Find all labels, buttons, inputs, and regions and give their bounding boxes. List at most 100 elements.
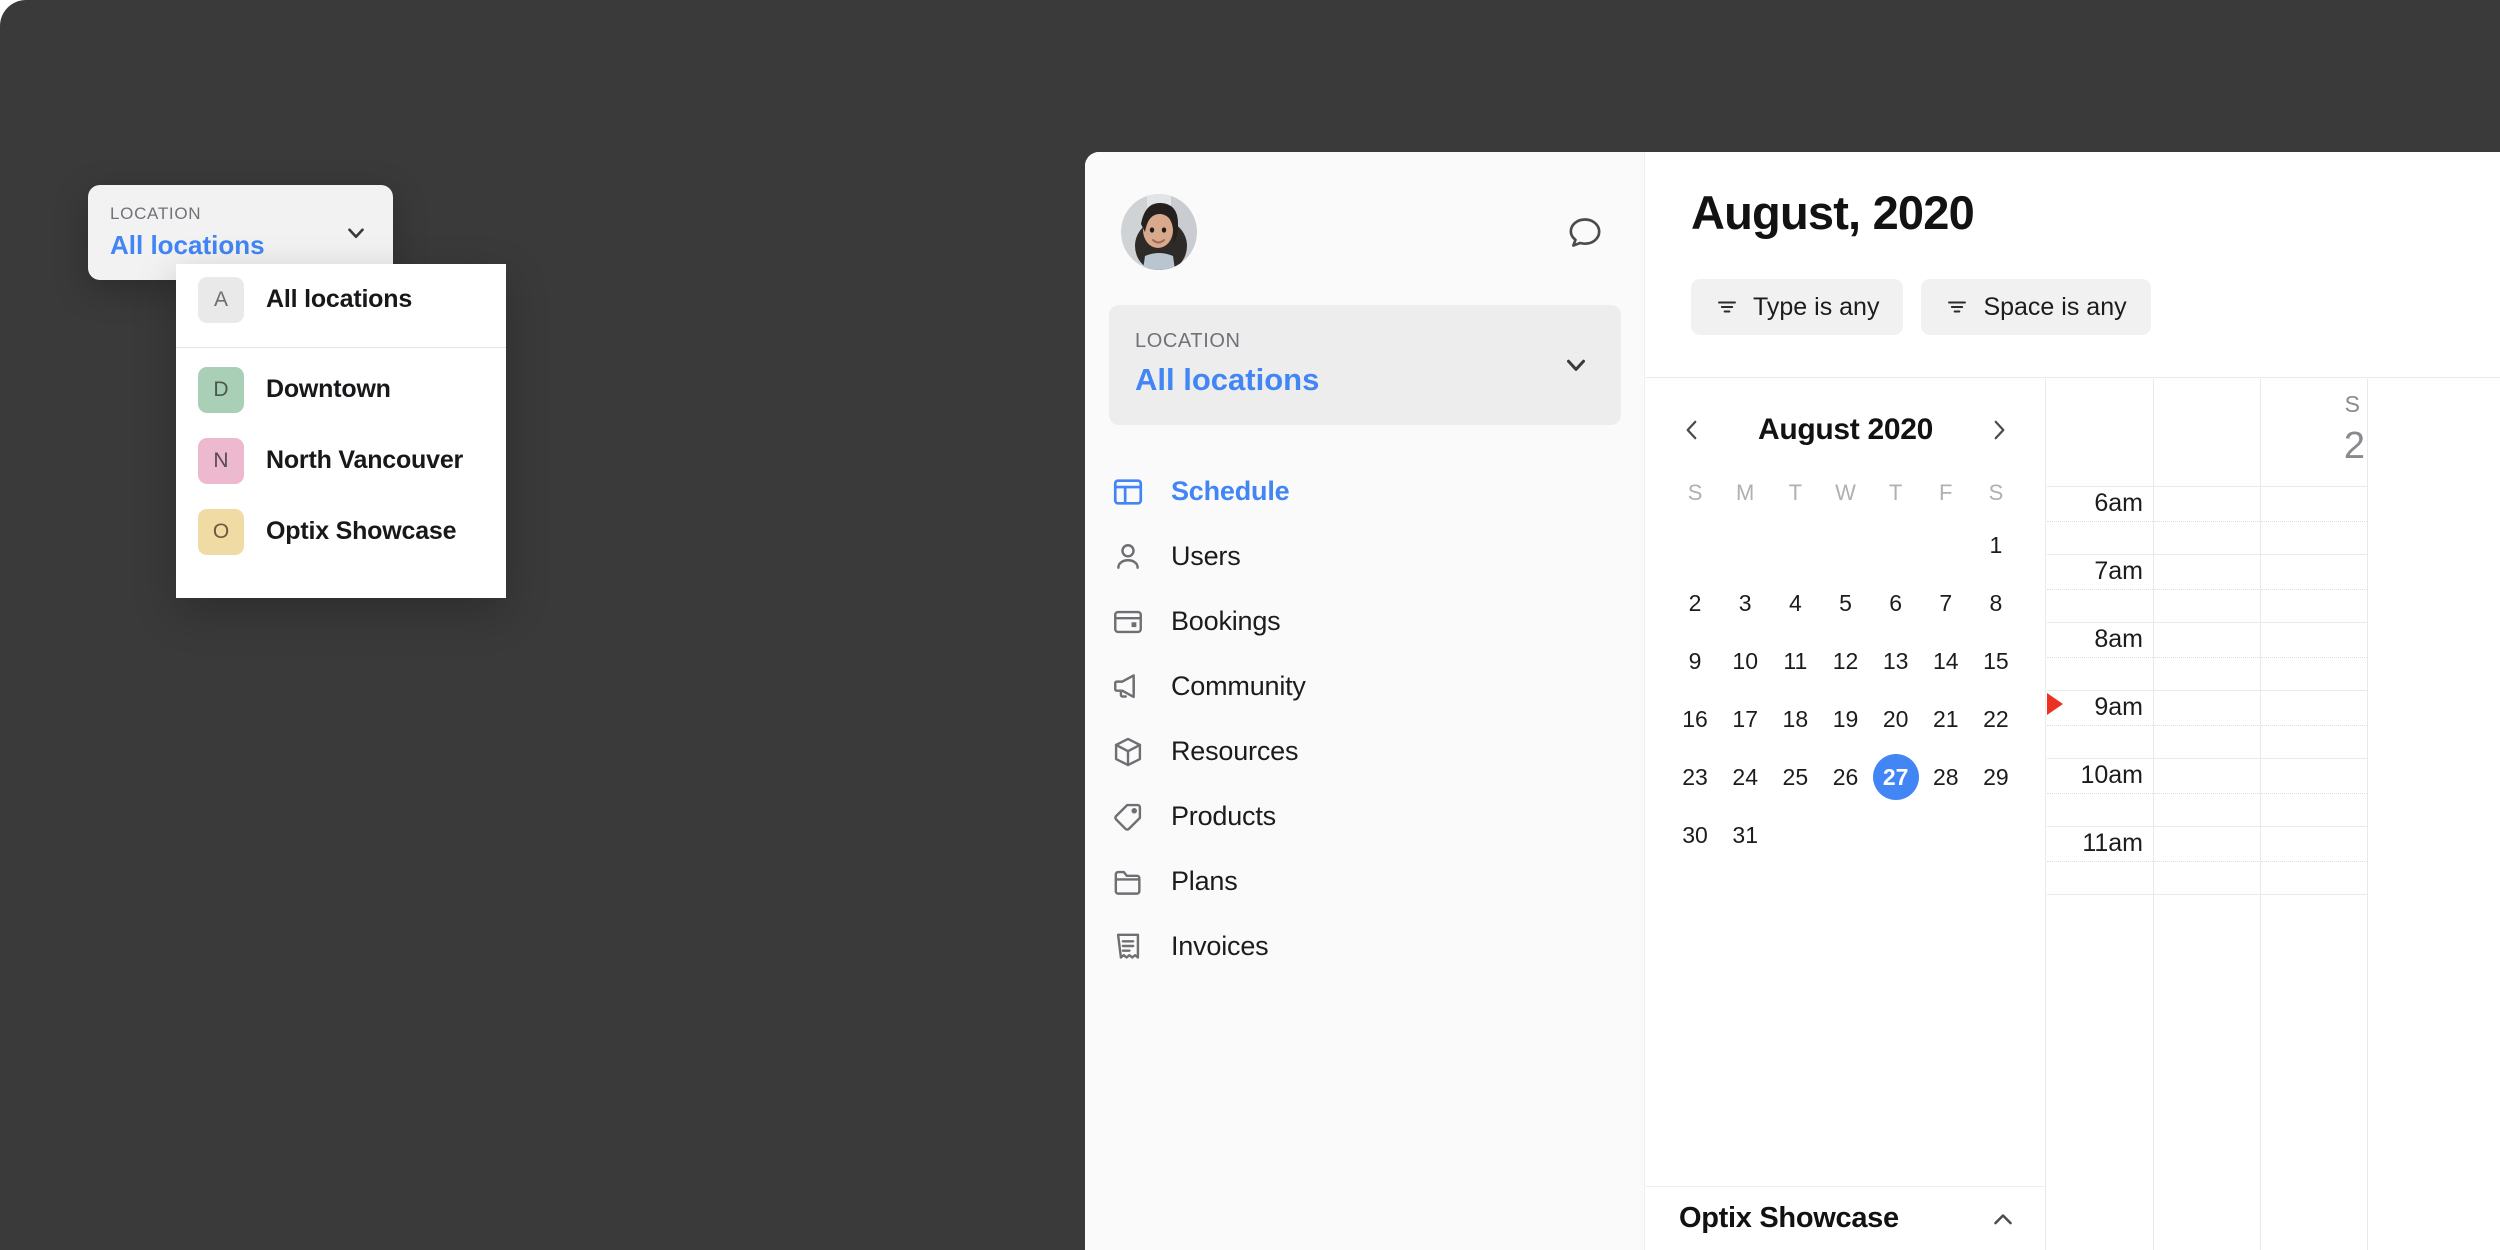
hour-row: 6am — [2047, 487, 2153, 555]
half-hour-divider — [2154, 725, 2260, 726]
megaphone-icon — [1111, 670, 1171, 704]
sidebar-item-plans[interactable]: Plans — [1085, 854, 1644, 909]
calendar-day[interactable]: 5 — [1822, 580, 1868, 626]
calendar-nav: August 2020 — [1646, 379, 2045, 449]
location-badge: D — [198, 366, 244, 413]
calendar-day[interactable]: 28 — [1923, 754, 1969, 800]
calendar-day[interactable]: 20 — [1873, 696, 1919, 742]
calendar-day[interactable]: 4 — [1772, 580, 1818, 626]
calendar-day[interactable]: 1 — [1973, 522, 2019, 568]
sidebar-item-label: Products — [1171, 801, 1276, 831]
location-dropdown-item[interactable]: N North Vancouver — [176, 425, 506, 496]
calendar-day[interactable]: 17 — [1722, 696, 1768, 742]
half-hour-divider — [2261, 521, 2367, 522]
calendar-day[interactable]: 23 — [1672, 754, 1718, 800]
calendar-day[interactable]: 3 — [1722, 580, 1768, 626]
chat-icon[interactable] — [1563, 211, 1607, 255]
calendar-day[interactable]: 8 — [1973, 580, 2019, 626]
sidebar-item-invoices[interactable]: Invoices — [1085, 919, 1644, 974]
calendar-day[interactable]: 22 — [1973, 696, 2019, 742]
calendar-day-blank — [1822, 522, 1868, 568]
sidebar: LOCATION All locations Schedule Users Bo… — [1085, 152, 1645, 1250]
hour-cell[interactable] — [2154, 759, 2260, 827]
calendar-day[interactable]: 21 — [1923, 696, 1969, 742]
user-icon — [1111, 540, 1171, 574]
sidebar-item-products[interactable]: Products — [1085, 789, 1644, 844]
hour-cell[interactable] — [2154, 691, 2260, 759]
chevron-up-icon[interactable] — [1989, 1205, 2017, 1233]
sidebar-item-label: Resources — [1171, 736, 1299, 766]
location-dropdown-menu: A All locations D Downtown N North Vancouver O… — [176, 264, 506, 598]
chevron-left-icon[interactable] — [1673, 411, 1711, 449]
calendar-day-blank — [1772, 522, 1818, 568]
avatar[interactable] — [1121, 194, 1197, 270]
hour-cell[interactable] — [2261, 759, 2367, 827]
dropdown-divider — [176, 347, 506, 348]
folder-icon — [1111, 865, 1171, 899]
sidebar-item-users[interactable]: Users — [1085, 529, 1644, 584]
location-dropdown-item[interactable]: D Downtown — [176, 354, 506, 425]
calendar-day[interactable]: 12 — [1822, 638, 1868, 684]
location-badge: O — [198, 508, 244, 555]
calendar-day[interactable]: 10 — [1722, 638, 1768, 684]
calendar-dow-header: F — [1939, 480, 1953, 505]
hour-cell[interactable] — [2261, 827, 2367, 895]
filter-chip-space[interactable]: Space is any — [1921, 279, 2151, 335]
chevron-right-icon[interactable] — [1980, 411, 2018, 449]
sidebar-item-resources[interactable]: Resources — [1085, 724, 1644, 779]
location-dropdown-item[interactable]: A All locations — [176, 264, 506, 335]
hour-cell[interactable] — [2261, 691, 2367, 759]
sidebar-item-bookings[interactable]: Bookings — [1085, 594, 1644, 649]
half-hour-divider — [2047, 589, 2153, 590]
filter-bar: Type is any Space is any — [1691, 279, 2151, 335]
filter-chip-label: Type is any — [1753, 292, 1880, 321]
sidebar-location-selector[interactable]: LOCATION All locations — [1109, 305, 1621, 425]
location-dropdown-item[interactable]: O Optix Showcase — [176, 496, 506, 567]
half-hour-divider — [2154, 521, 2260, 522]
calendar-day[interactable]: 9 — [1672, 638, 1718, 684]
calendar-day[interactable]: 6 — [1873, 580, 1919, 626]
filter-chip-label: Space is any — [1983, 292, 2127, 321]
time-gutter-header — [2047, 379, 2153, 487]
hour-label: 9am — [2094, 693, 2143, 721]
calendar-dow-header: S — [1687, 480, 1703, 505]
chevron-down-icon[interactable] — [1561, 350, 1591, 380]
calendar-day[interactable]: 24 — [1722, 754, 1768, 800]
calendar-day[interactable]: 29 — [1973, 754, 2019, 800]
half-hour-divider — [2261, 861, 2367, 862]
half-hour-divider — [2154, 861, 2260, 862]
half-hour-divider — [2261, 657, 2367, 658]
calendar-day[interactable]: 13 — [1873, 638, 1919, 684]
hour-cell[interactable] — [2261, 487, 2367, 555]
day-column[interactable]: S 2 — [2261, 379, 2368, 1250]
calendar-day[interactable]: 26 — [1822, 754, 1868, 800]
calendar-day[interactable]: 16 — [1672, 696, 1718, 742]
hour-cell[interactable] — [2261, 555, 2367, 623]
location-label: LOCATION — [1135, 330, 1241, 352]
calendar-day[interactable]: 15 — [1973, 638, 2019, 684]
calendar-day-selected[interactable]: 27 — [1872, 754, 1919, 800]
location-dropdown-item-label: Downtown — [266, 375, 391, 403]
calendar-day[interactable]: 2 — [1672, 580, 1718, 626]
hour-cell[interactable] — [2154, 623, 2260, 691]
filter-chip-type[interactable]: Type is any — [1691, 279, 1904, 335]
calendar-day[interactable]: 30 — [1672, 812, 1718, 858]
calendar-day[interactable]: 31 — [1722, 812, 1768, 858]
hour-label: 10am — [2080, 761, 2143, 789]
day-column[interactable] — [2154, 379, 2261, 1250]
hour-cell[interactable] — [2154, 827, 2260, 895]
calendar-day[interactable]: 14 — [1923, 638, 1969, 684]
sidebar-item-schedule[interactable]: Schedule — [1085, 464, 1644, 519]
hour-cell[interactable] — [2261, 623, 2367, 691]
calendar-day[interactable]: 7 — [1923, 580, 1969, 626]
chevron-down-icon[interactable] — [341, 218, 371, 248]
hour-label: 11am — [2082, 829, 2143, 857]
sidebar-item-community[interactable]: Community — [1085, 659, 1644, 714]
calendar-footer[interactable]: Optix Showcase — [1646, 1186, 2045, 1250]
hour-cell[interactable] — [2154, 487, 2260, 555]
calendar-day[interactable]: 11 — [1772, 638, 1818, 684]
calendar-day[interactable]: 18 — [1772, 696, 1818, 742]
calendar-day[interactable]: 19 — [1822, 696, 1868, 742]
hour-cell[interactable] — [2154, 555, 2260, 623]
calendar-day[interactable]: 25 — [1772, 754, 1818, 800]
